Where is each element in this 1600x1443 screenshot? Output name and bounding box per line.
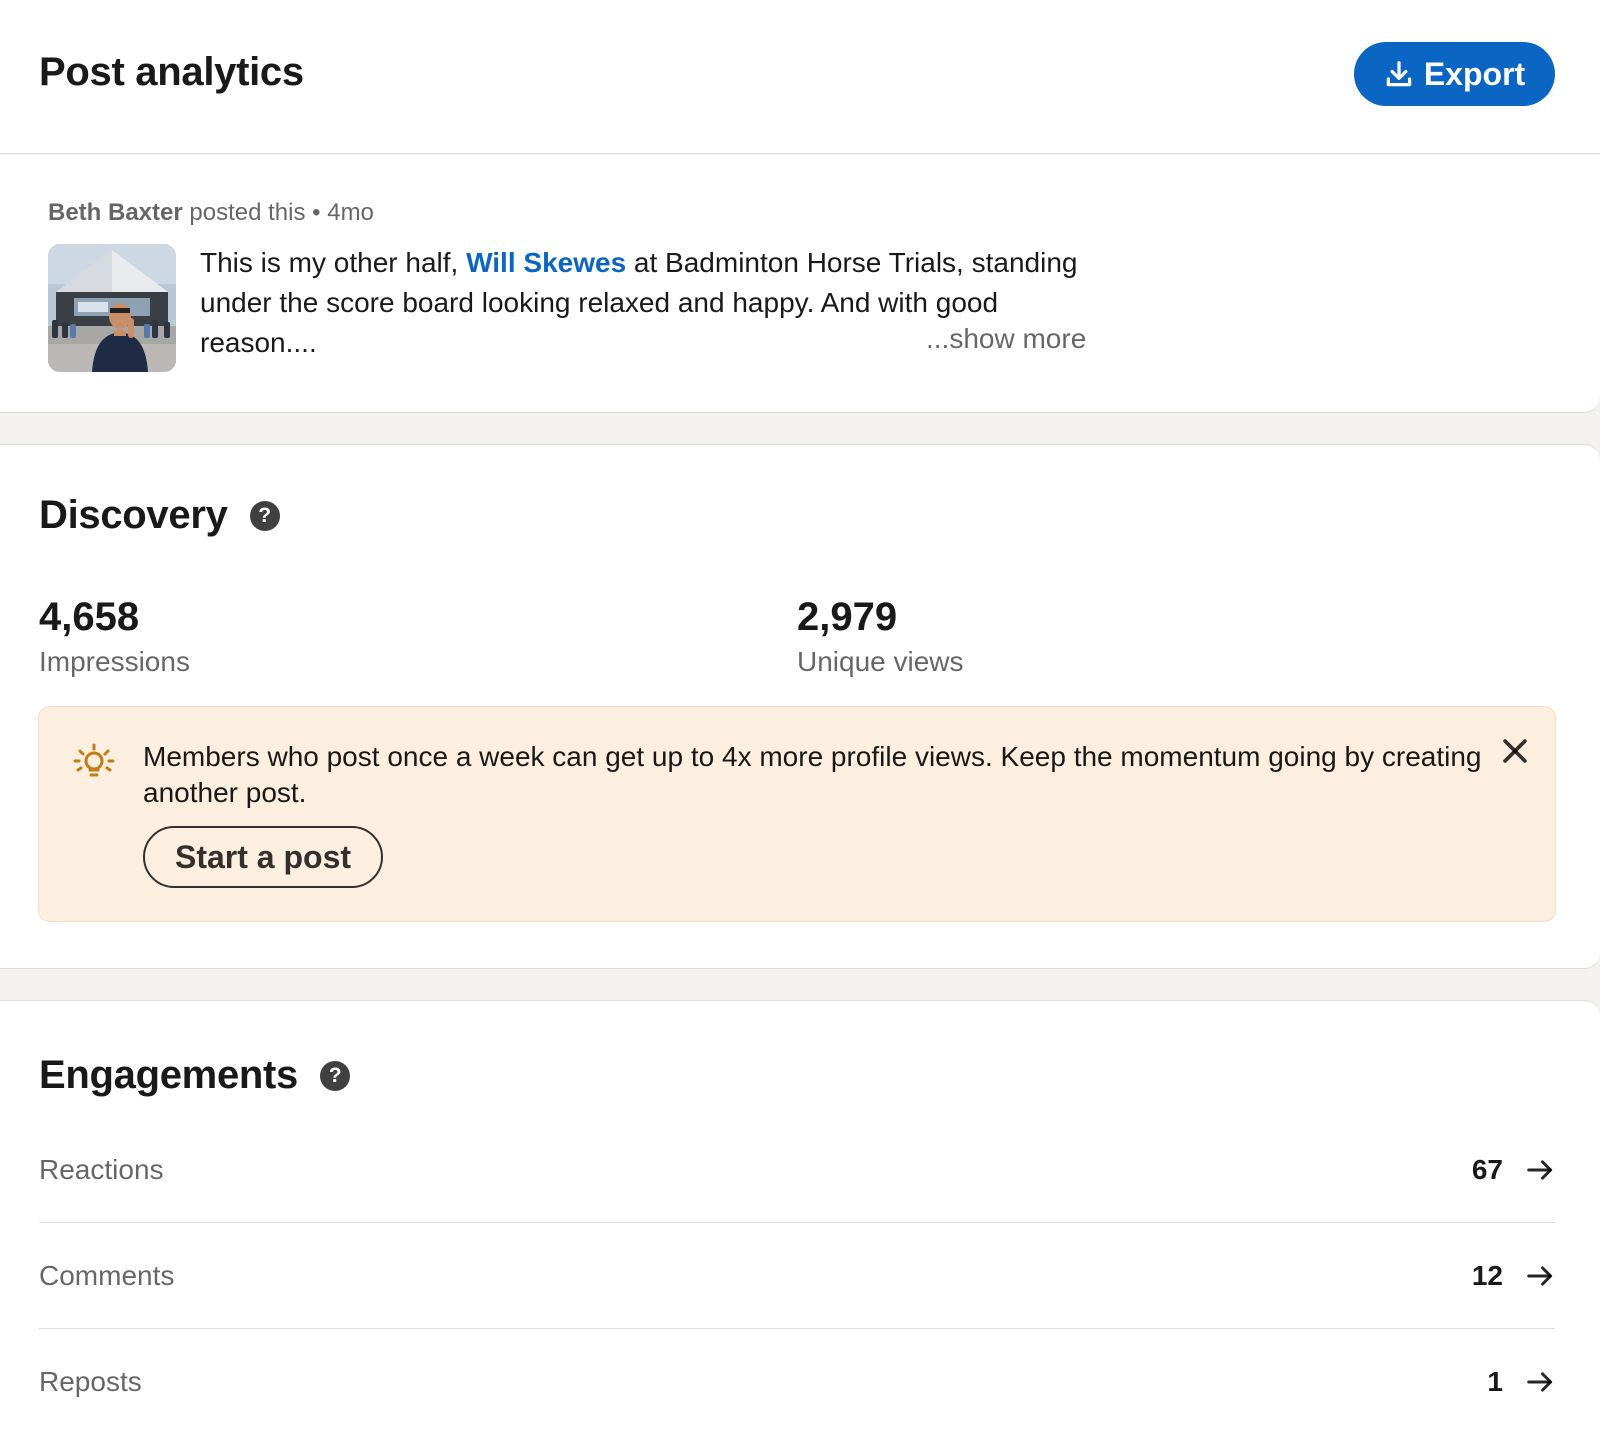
engagement-row-reactions[interactable]: Reactions 67 [39,1117,1555,1223]
help-icon[interactable]: ? [249,500,280,531]
impressions-label: Impressions [39,646,190,677]
engagement-row-reposts[interactable]: Reposts 1 [39,1329,1555,1435]
engagement-value-group: 67 [1472,1154,1555,1186]
engagement-value: 12 [1471,1259,1503,1291]
lightbulb-icon [73,743,115,777]
post-author[interactable]: Beth Baxter [48,199,183,226]
post-text-start: This is my other half, [200,247,467,278]
discovery-heading: Discovery ? [39,493,280,538]
engagement-value: 1 [1487,1366,1503,1397]
export-button-label: Export [1423,55,1526,92]
post-analytics-page: Post analytics Export Beth Baxter posted… [0,0,1600,1443]
mention-link[interactable]: Will Skewes [466,247,626,278]
unique-views-value: 2,979 [797,595,898,639]
posted-text: posted this [189,199,306,226]
discovery-card: Discovery ? 4,658 Impressions 2,979 Uniq… [0,444,1600,969]
post-preview-card: Beth Baxter posted this • 4mo This is my… [0,155,1600,413]
engagement-label: Reactions [39,1153,164,1185]
page-header: Post analytics Export [0,0,1600,154]
show-more-link[interactable]: ...show more [926,323,1086,355]
post-age: 4mo [327,199,374,226]
engagements-card: Engagements ? Reactions 67 Comments 12 R… [0,1000,1600,1443]
tip-text: Members who post once a week can get up … [143,741,1482,808]
help-icon[interactable]: ? [320,1060,350,1091]
page-title: Post analytics [39,50,304,94]
export-button[interactable]: Export [1354,42,1555,106]
engagement-label: Reposts [39,1366,142,1397]
start-post-button[interactable]: Start a post [143,826,383,888]
meta-separator: • [312,199,321,226]
impressions-value: 4,658 [39,595,140,639]
arrow-right-icon[interactable] [1525,1261,1555,1291]
tip-banner: Members who post once a week can get up … [38,706,1556,922]
engagement-value-group: 12 [1472,1260,1555,1292]
post-photo-image [48,244,176,372]
engagement-value-group: 1 [1487,1366,1555,1398]
engagement-row-comments[interactable]: Comments 12 [39,1223,1555,1329]
arrow-right-icon[interactable] [1525,1155,1555,1185]
arrow-right-icon[interactable] [1525,1367,1555,1397]
engagement-value: 67 [1471,1153,1503,1185]
post-meta: Beth Baxter posted this • 4mo [48,199,374,227]
engagements-heading: Engagements ? [39,1053,350,1098]
engagements-title: Engagements [39,1053,298,1097]
impressions-metric: 4,658 Impressions [39,595,190,678]
engagement-label: Comments [39,1259,175,1291]
unique-views-label: Unique views [797,646,964,677]
unique-views-metric: 2,979 Unique views [797,595,964,678]
post-thumbnail[interactable] [48,244,176,372]
download-icon [1386,61,1412,87]
close-icon[interactable] [1498,734,1532,768]
discovery-title: Discovery [39,493,228,537]
